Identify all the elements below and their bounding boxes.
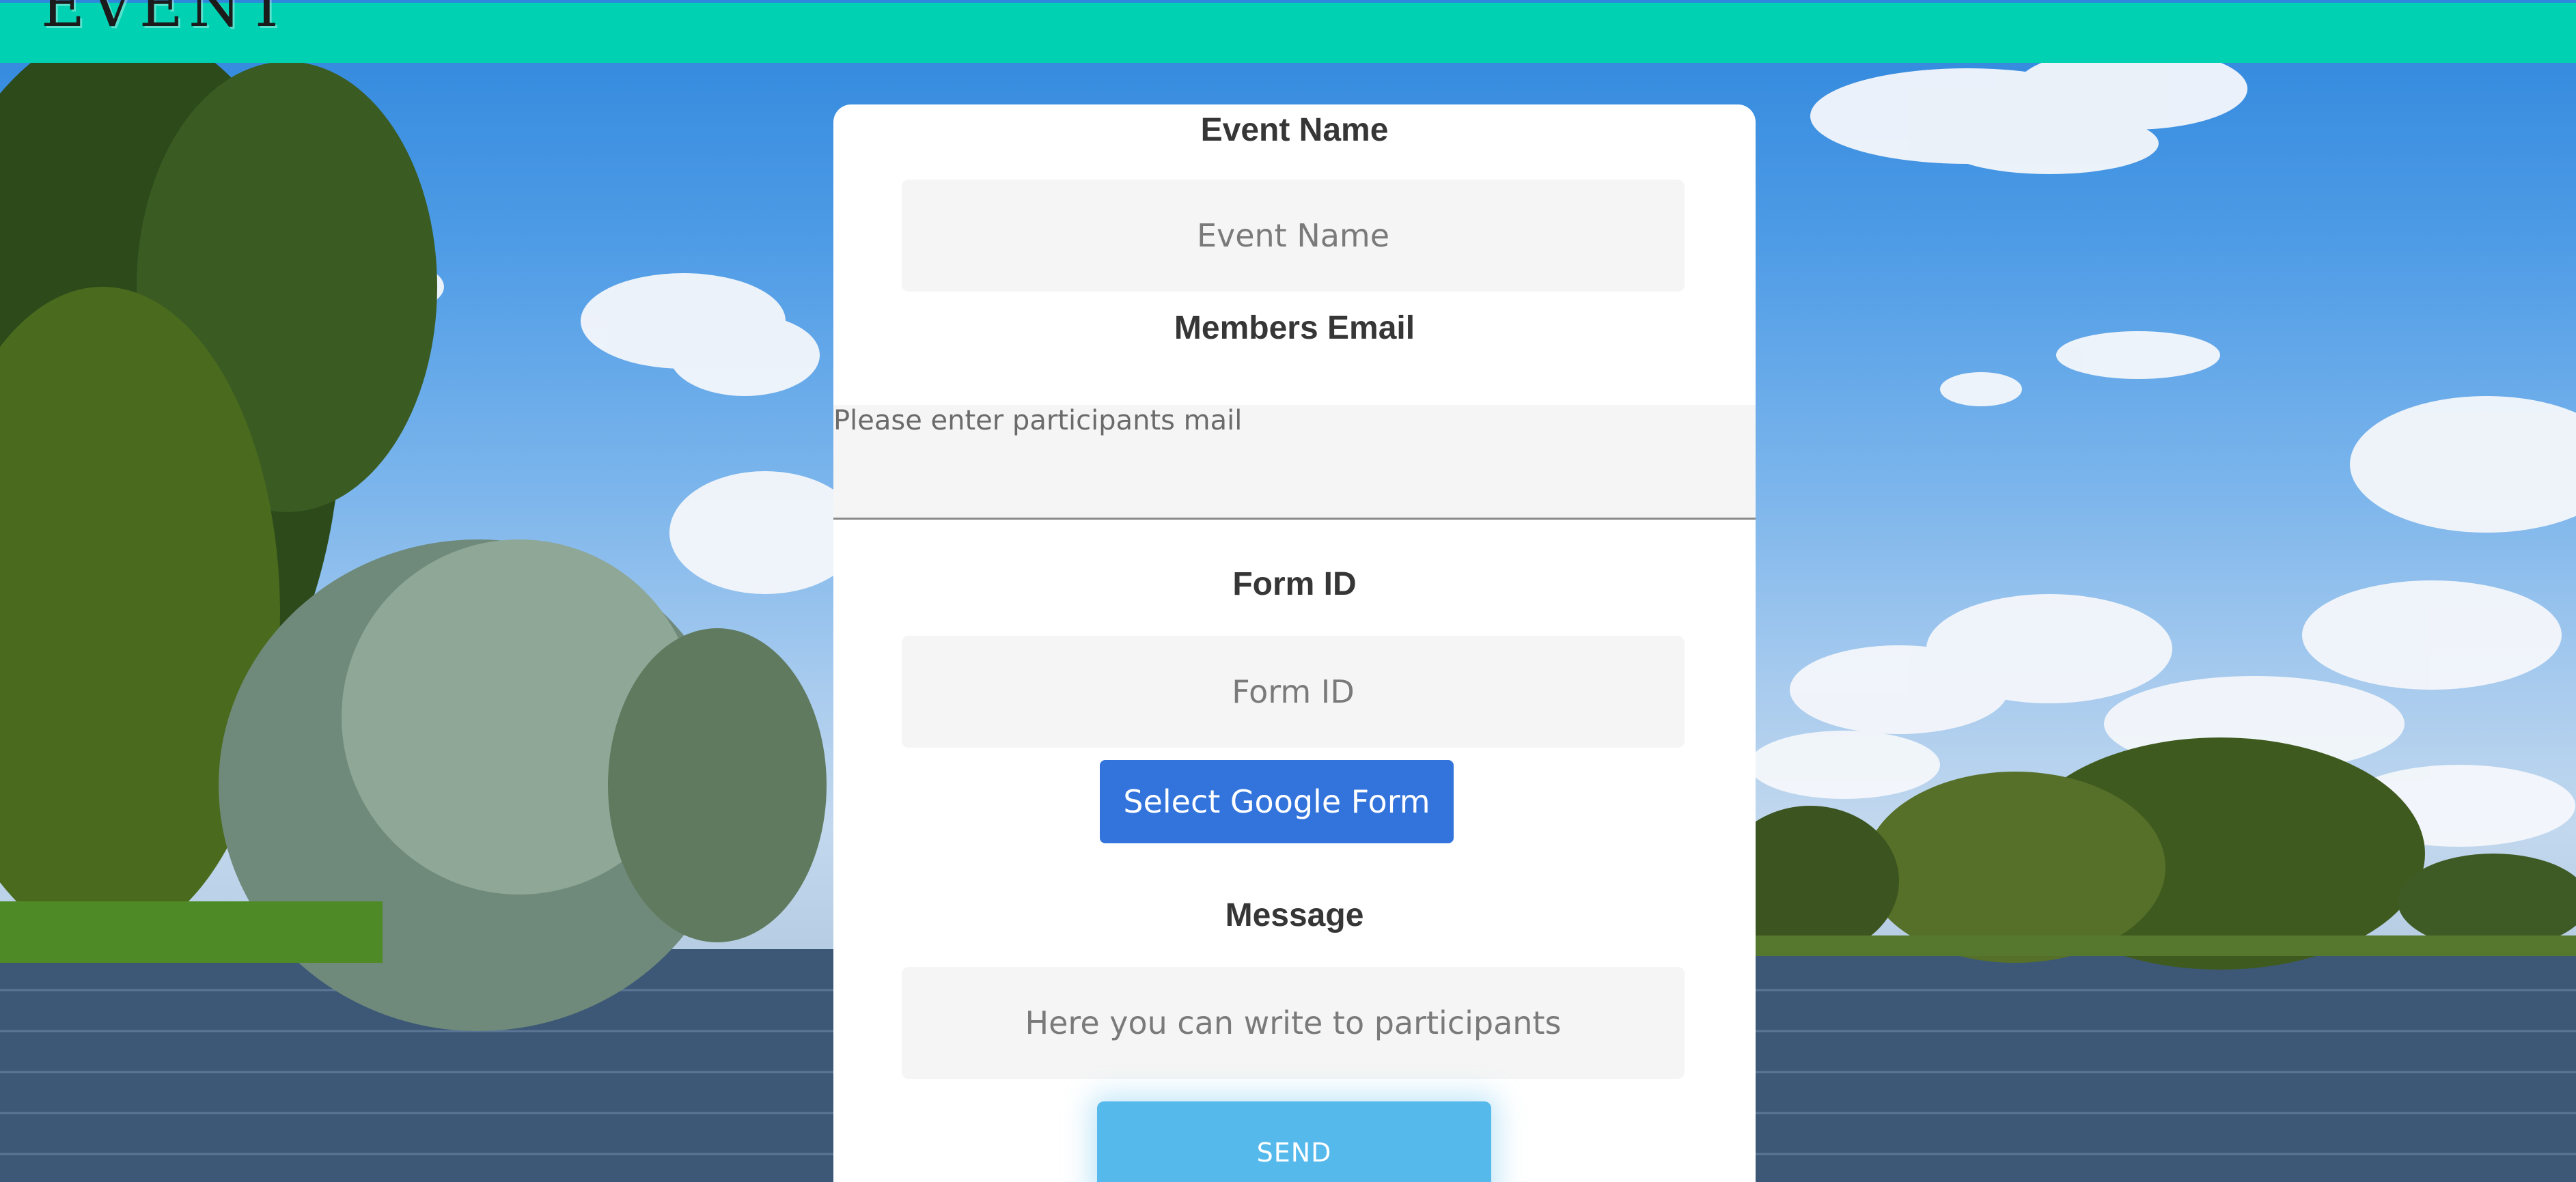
form-id-label: Form ID bbox=[1232, 566, 1357, 602]
members-email-textarea[interactable] bbox=[833, 405, 1756, 520]
event-name-input[interactable] bbox=[902, 180, 1685, 292]
top-navbar: EVENT bbox=[0, 0, 2576, 63]
event-name-label: Event Name bbox=[1200, 112, 1389, 148]
members-email-label: Members Email bbox=[1174, 310, 1415, 346]
form-id-input[interactable] bbox=[902, 636, 1685, 748]
send-button[interactable]: SEND bbox=[1097, 1101, 1491, 1182]
message-input[interactable] bbox=[902, 967, 1685, 1079]
event-form-card: Event Name Members Email Form ID Select … bbox=[833, 104, 1756, 1182]
message-label: Message bbox=[1225, 897, 1364, 933]
select-google-form-button[interactable]: Select Google Form bbox=[1100, 760, 1454, 843]
brand-logo-text[interactable]: EVENT bbox=[41, 0, 292, 36]
